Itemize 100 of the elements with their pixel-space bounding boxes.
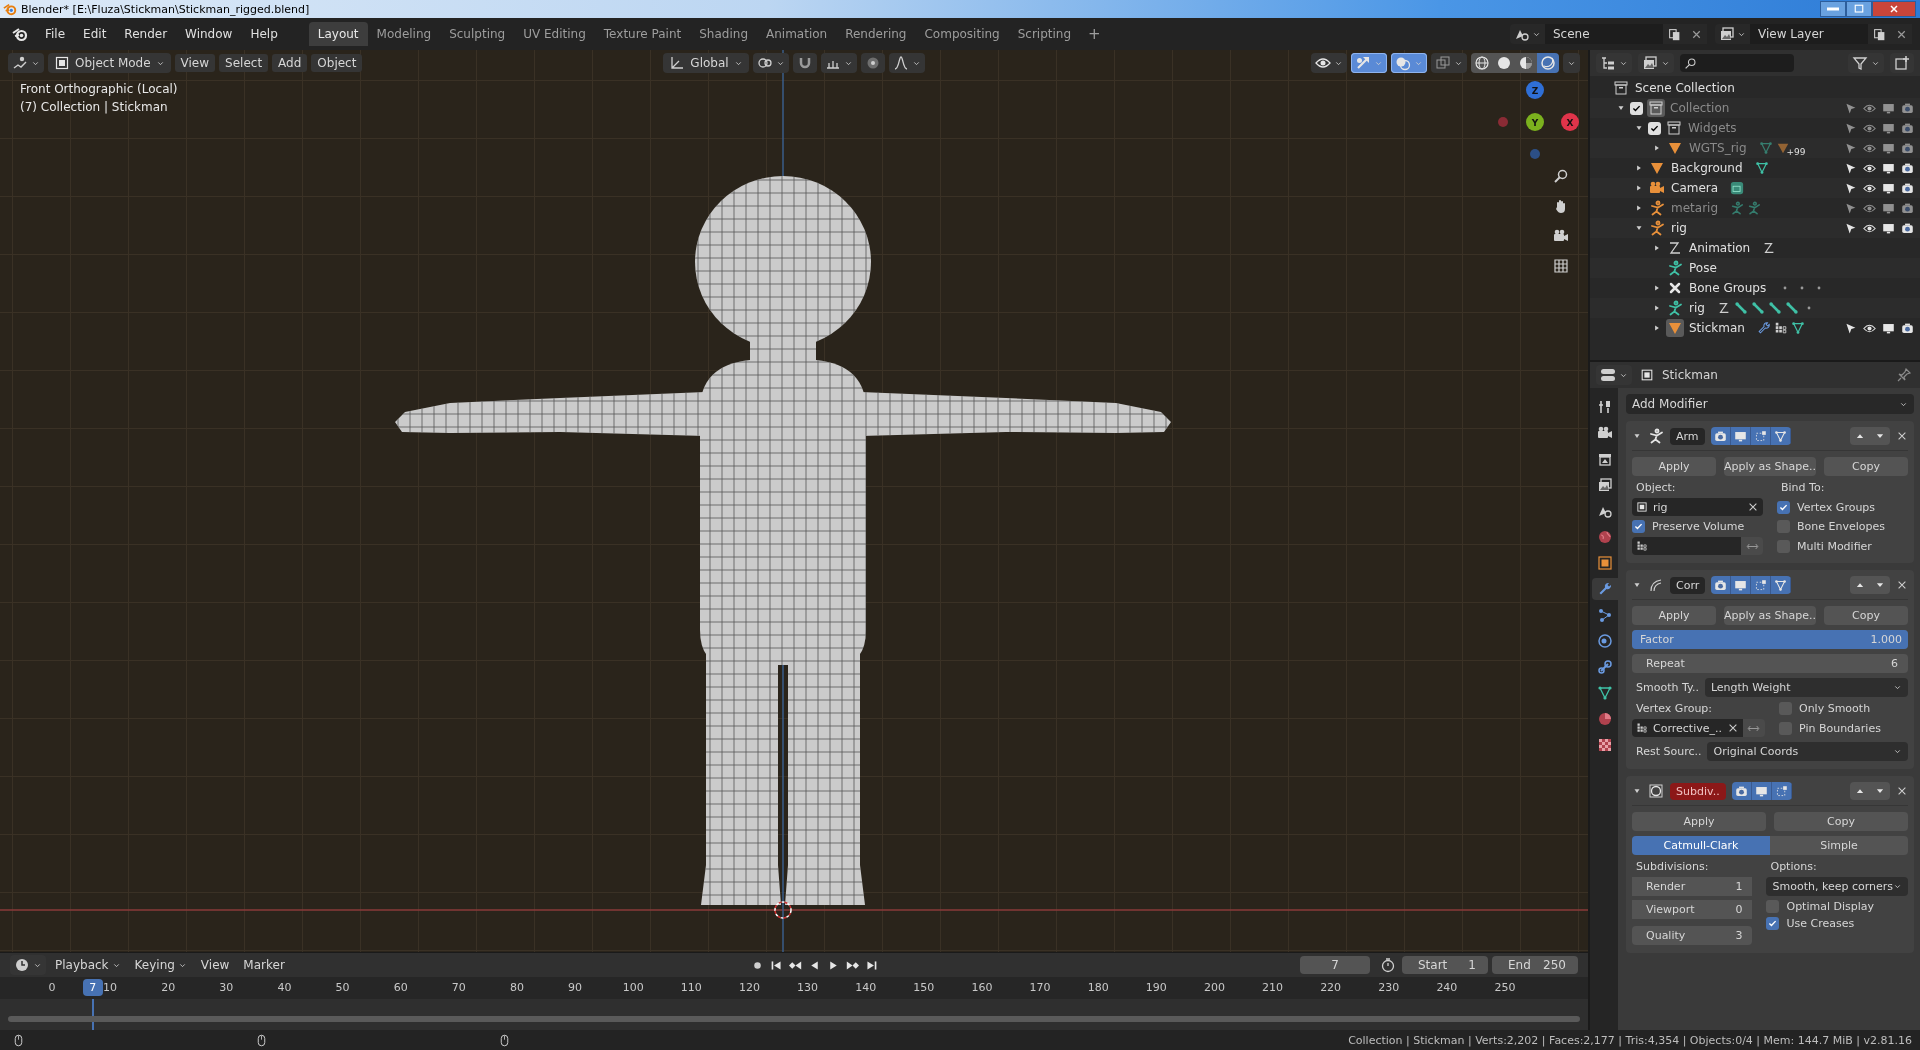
modifier-action-button[interactable]: Apply as Shape.. [1724, 606, 1816, 625]
modifier-action-button[interactable]: Copy [1824, 457, 1908, 476]
workspace-tab[interactable]: Scripting [1008, 22, 1081, 46]
view-layer-name-field[interactable]: View Layer [1750, 24, 1868, 44]
field-label: Subdivisions: [1635, 860, 1710, 873]
frame-tick-label: 230 [1378, 981, 1400, 994]
modifier-action-button[interactable]: Copy [1824, 606, 1908, 625]
frame-tick-label: 170 [1029, 981, 1051, 994]
smooth-type-dropdown[interactable]: Length Weight [1704, 678, 1908, 697]
checkbox-label: Use Creases [1786, 917, 1855, 930]
algorithm-tab[interactable]: Simple [1770, 836, 1908, 855]
orientation-dropdown[interactable]: Global [663, 53, 749, 73]
number-field[interactable]: Quality 3 [1632, 926, 1753, 945]
algorithm-tab[interactable]: Catmull-Clark [1632, 836, 1770, 855]
frame-tick-label: 0 [48, 981, 56, 994]
end-frame-field[interactable]: End 250 [1492, 956, 1578, 974]
menu-item[interactable]: View [195, 956, 235, 974]
field-label: Options: [1769, 860, 1818, 873]
menu-item[interactable]: Object [311, 54, 363, 72]
field-label: Rest Sourc.. [1635, 745, 1702, 758]
checkbox-label: Multi Modifier [1797, 539, 1872, 553]
tree-item-label[interactable]: Background [1671, 161, 1743, 175]
number-field[interactable]: Render 1 [1632, 877, 1753, 896]
workspace-tab[interactable]: Texture Paint [594, 22, 691, 46]
modifier-action-button[interactable]: Apply [1632, 606, 1716, 625]
modifier-name-field[interactable]: Corr [1670, 576, 1706, 594]
start-frame-field[interactable]: Start 1 [1402, 956, 1488, 974]
scene-name-field[interactable]: Scene [1545, 24, 1663, 44]
modifier-action-button[interactable]: Apply as Shape.. [1724, 457, 1816, 476]
menu-item[interactable]: Window [176, 27, 242, 41]
frame-tick-label: 220 [1320, 981, 1342, 994]
field-label: Bind To: [1780, 481, 1826, 494]
number-field[interactable]: Viewport 0 [1632, 900, 1753, 919]
modifier-name-field[interactable]: Arm [1670, 427, 1705, 445]
frame-tick-label: 110 [680, 981, 702, 994]
view-name: Front Orthographic (Local) [20, 82, 178, 96]
workspace-tab[interactable]: UV Editing [514, 22, 595, 46]
add-workspace-button[interactable]: + [1080, 25, 1109, 43]
checkbox-label: Only Smooth [1799, 702, 1871, 715]
frame-tick-label: 120 [738, 981, 760, 994]
tree-item-label[interactable]: Collection [1670, 101, 1730, 115]
field-label: Vertex Group: [1635, 702, 1714, 715]
frame-tick-label: 210 [1262, 981, 1283, 994]
checkbox-label: Optimal Display [1786, 900, 1875, 913]
tree-item-label[interactable]: Pose [1689, 261, 1717, 275]
frame-tick-label: 50 [335, 981, 350, 994]
playhead[interactable]: 7 [82, 979, 103, 996]
tree-item-label[interactable]: rig [1689, 301, 1705, 315]
repeat-field[interactable]: Repeat 6 [1632, 654, 1908, 673]
workspace-tab[interactable]: Layout [308, 22, 368, 46]
modifier-action-button[interactable]: Apply [1632, 812, 1766, 831]
modifier-action-button[interactable]: Apply [1632, 457, 1716, 476]
workspace-tab[interactable]: Sculpting [440, 22, 515, 46]
object-field[interactable]: rig [1632, 498, 1763, 516]
checkbox-label: Pin Boundaries [1799, 721, 1881, 735]
tree-item-label[interactable]: Bone Groups [1689, 281, 1767, 295]
menu-item[interactable]: Select [219, 54, 269, 72]
vertex-group-field[interactable]: Corrective_.. [1632, 719, 1743, 737]
checkbox-label: Vertex Groups [1797, 500, 1876, 514]
menu-item[interactable]: Add [272, 54, 308, 72]
workspace-tab[interactable]: Modeling [367, 22, 441, 46]
frame-tick-label: 90 [568, 981, 583, 994]
rest-source-dropdown[interactable]: Original Coords [1707, 742, 1908, 761]
tree-item-label[interactable]: Widgets [1688, 121, 1737, 135]
menu-item[interactable]: File [36, 27, 75, 41]
uv-smooth-dropdown[interactable]: Smooth, keep corners [1766, 877, 1908, 896]
menu-item[interactable]: Help [241, 27, 287, 41]
workspace-tab[interactable]: Animation [757, 22, 837, 46]
frame-tick-label: 250 [1494, 981, 1516, 994]
menu-item[interactable]: Keying [129, 956, 192, 974]
frame-tick-label: 40 [277, 981, 292, 994]
frame-tick-label: 70 [451, 981, 466, 994]
tree-item-label[interactable]: rig [1671, 221, 1687, 235]
count-label: +99 [1786, 147, 1806, 157]
workspace-tab[interactable]: Shading [690, 22, 757, 46]
add-modifier-dropdown[interactable]: Add Modifier [1626, 394, 1914, 414]
tree-item-label[interactable]: Camera [1671, 181, 1719, 195]
menu-item[interactable]: View [174, 54, 216, 72]
checkbox-label: Preserve Volume [1652, 520, 1745, 533]
menu-item[interactable]: Render [115, 27, 177, 41]
axis-label: Z [1531, 86, 1539, 96]
tree-item-label[interactable]: Animation [1689, 241, 1751, 255]
modifier-name-field[interactable]: Subdiv.. [1670, 782, 1726, 800]
frame-tick-label: 80 [509, 981, 524, 994]
menu-item[interactable]: Playback [50, 956, 126, 974]
workspace-tab[interactable]: Rendering [836, 22, 916, 46]
3d-viewport[interactable]: Object Mode View Select Add Object Global Front Orthographic (Local) (7) Collection | Stickman Z Y X [0, 50, 1588, 952]
current-frame-field[interactable]: 7 [1300, 956, 1370, 974]
window-title: Blender* [E:\Fluza\Stickman\Stickman_rigged.blend] [21, 2, 310, 16]
tree-item-label[interactable]: Stickman [1689, 321, 1745, 335]
workspace-tab[interactable]: Compositing [915, 22, 1009, 46]
menu-item[interactable]: Marker [238, 956, 290, 974]
menu-item[interactable]: Edit [74, 27, 116, 41]
modifier-action-button[interactable]: Copy [1774, 812, 1908, 831]
tree-item-label[interactable]: metarig [1671, 201, 1718, 215]
tree-item-label[interactable]: Scene Collection [1635, 81, 1735, 95]
object-name: Stickman [1662, 368, 1718, 382]
frame-tick-label: 20 [161, 981, 176, 994]
mode-dropdown[interactable]: Object Mode [48, 53, 171, 73]
tree-item-label[interactable]: WGTS_rig [1689, 141, 1747, 155]
